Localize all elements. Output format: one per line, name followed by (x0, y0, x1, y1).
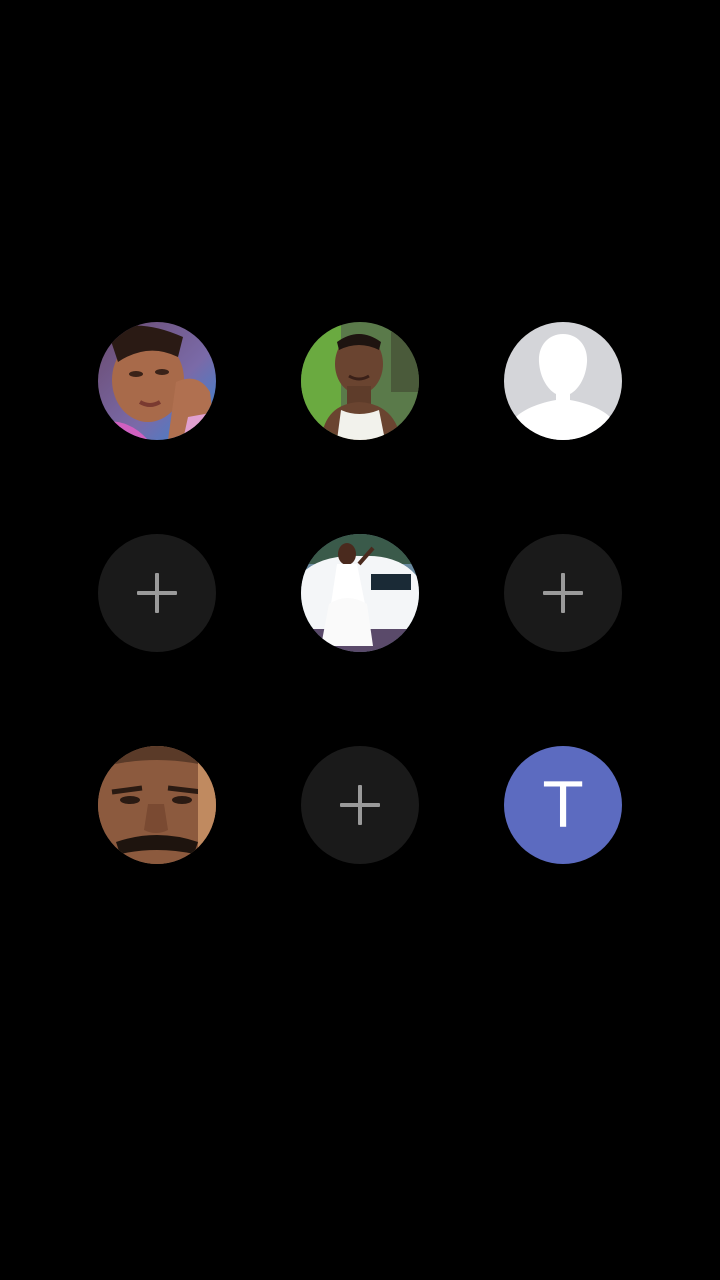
speed-dial-screen: T (0, 0, 720, 1280)
woman-selfie-photo (98, 322, 216, 440)
default-person-avatar-icon (504, 322, 622, 440)
plus-icon (137, 573, 177, 613)
girl-white-dress-car-photo (301, 534, 419, 652)
plus-icon (340, 785, 380, 825)
add-contact-button-2[interactable] (504, 534, 622, 652)
add-contact-button-1[interactable] (98, 534, 216, 652)
avatar-initial: T (544, 768, 582, 842)
contact-avatar-2[interactable] (301, 322, 419, 440)
favorites-grid: T (0, 0, 720, 1280)
contact-avatar-1[interactable] (98, 322, 216, 440)
contact-avatar-3[interactable] (504, 322, 622, 440)
contact-avatar-4[interactable] (301, 534, 419, 652)
add-contact-button-3[interactable] (301, 746, 419, 864)
plus-icon (543, 573, 583, 613)
man-selfie-photo (301, 322, 419, 440)
man-closeup-photo (98, 746, 216, 864)
contact-avatar-5[interactable] (98, 746, 216, 864)
contact-avatar-letter[interactable]: T (504, 746, 622, 864)
